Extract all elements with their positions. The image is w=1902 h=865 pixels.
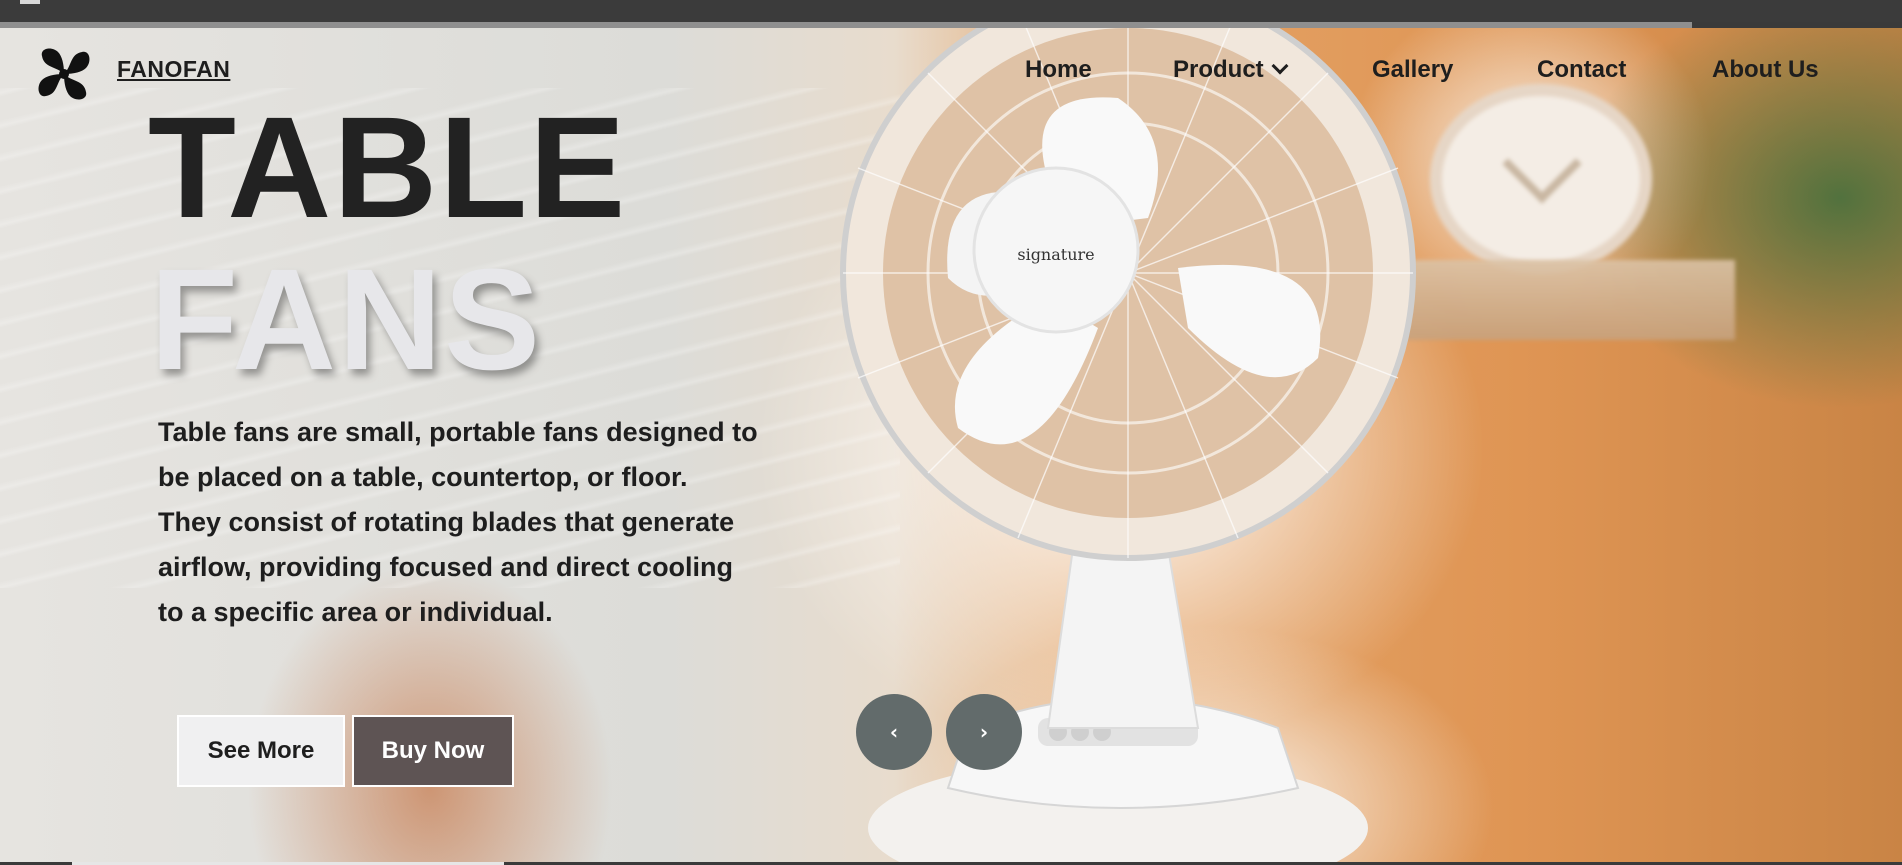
window-icon (20, 0, 40, 4)
chevron-left-icon: ‹ (889, 720, 899, 744)
wall-clock-image (1430, 84, 1652, 274)
hero-title-line1: TABLE (148, 87, 628, 248)
nav-product-label: Product (1173, 56, 1264, 83)
hero-description: Table fans are small, portable fans desi… (158, 417, 758, 627)
buy-now-button[interactable]: Buy Now (352, 715, 514, 787)
see-more-button[interactable]: See More (177, 715, 345, 787)
fan-logo-icon (38, 48, 90, 100)
carousel-prev-button[interactable]: ‹ (856, 694, 932, 770)
nav-product[interactable]: Product (1173, 56, 1289, 84)
nav-about-us[interactable]: About Us (1712, 56, 1819, 84)
chevron-down-icon (1271, 57, 1289, 75)
nav-home[interactable]: Home (1025, 56, 1092, 84)
fan-brand-text: signature (1017, 245, 1094, 264)
nav-gallery[interactable]: Gallery (1372, 56, 1453, 84)
chevron-right-icon: › (979, 720, 989, 744)
browser-top-bar (0, 0, 1902, 28)
brand-link[interactable]: FANOFAN (117, 56, 230, 83)
nav-contact[interactable]: Contact (1537, 56, 1626, 84)
hero-title-line2: FANS (150, 239, 543, 400)
carousel-next-button[interactable]: › (946, 694, 1022, 770)
